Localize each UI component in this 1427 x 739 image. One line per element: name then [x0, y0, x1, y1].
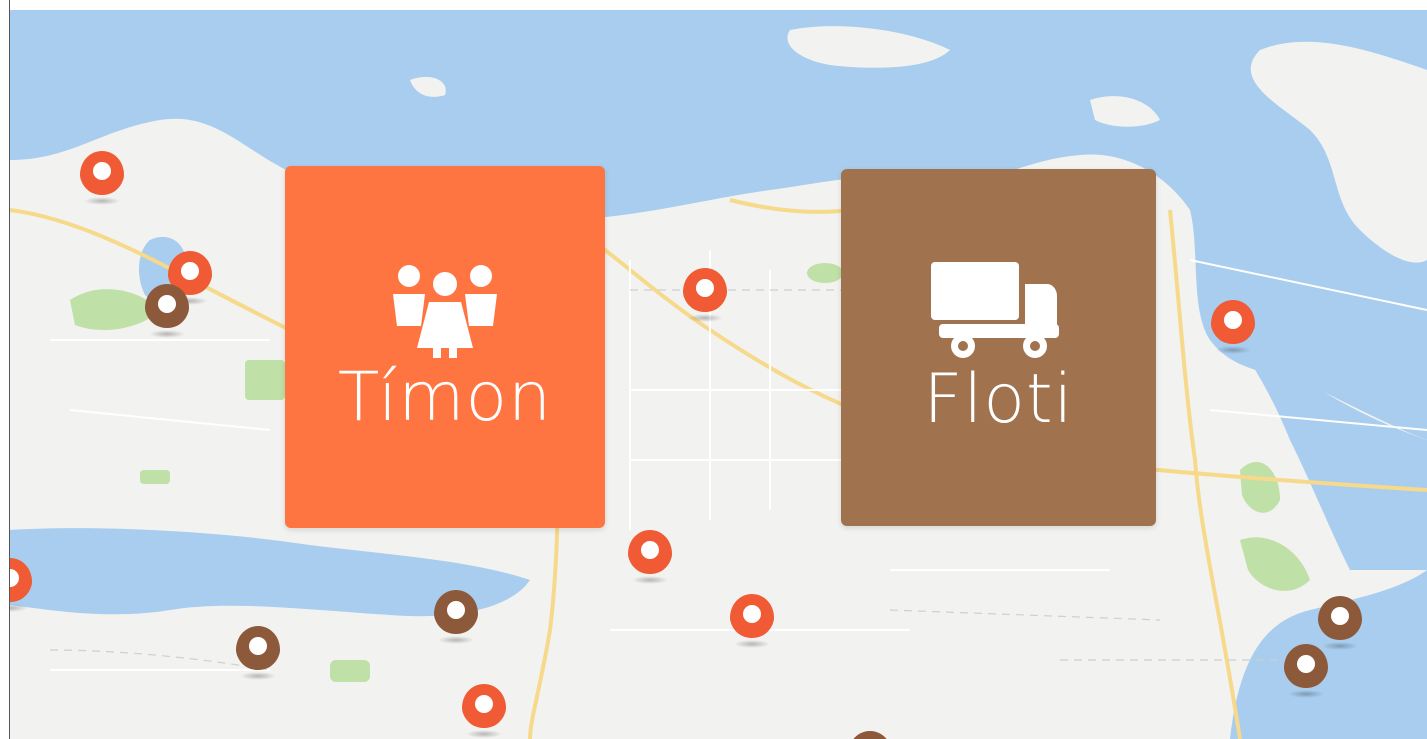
truck-icon: [930, 261, 1059, 358]
marker-orange-5: [10, 558, 32, 612]
timon-tile-button[interactable]: Tímon: [285, 166, 605, 528]
marker-brown-6: [848, 731, 892, 739]
map-background: [10, 10, 1427, 739]
marker-orange-3: [683, 268, 727, 322]
marker-brown-1: [145, 284, 189, 338]
marker-orange-6: [628, 530, 672, 584]
marker-brown-3: [236, 626, 280, 680]
marker-orange-1: [80, 151, 124, 205]
marker-brown-2: [434, 590, 478, 644]
timon-label: Tímon: [337, 358, 553, 437]
marker-brown-4: [1318, 596, 1362, 650]
marker-orange-8: [462, 684, 506, 738]
people-group-icon: [393, 265, 497, 358]
marker-orange-7: [730, 594, 774, 648]
marker-brown-5: [1284, 644, 1328, 698]
map-markers: [10, 151, 1362, 739]
floti-label: Floti: [923, 359, 1074, 439]
marker-orange-4: [1211, 300, 1255, 354]
floti-tile-button[interactable]: Floti: [841, 169, 1156, 526]
